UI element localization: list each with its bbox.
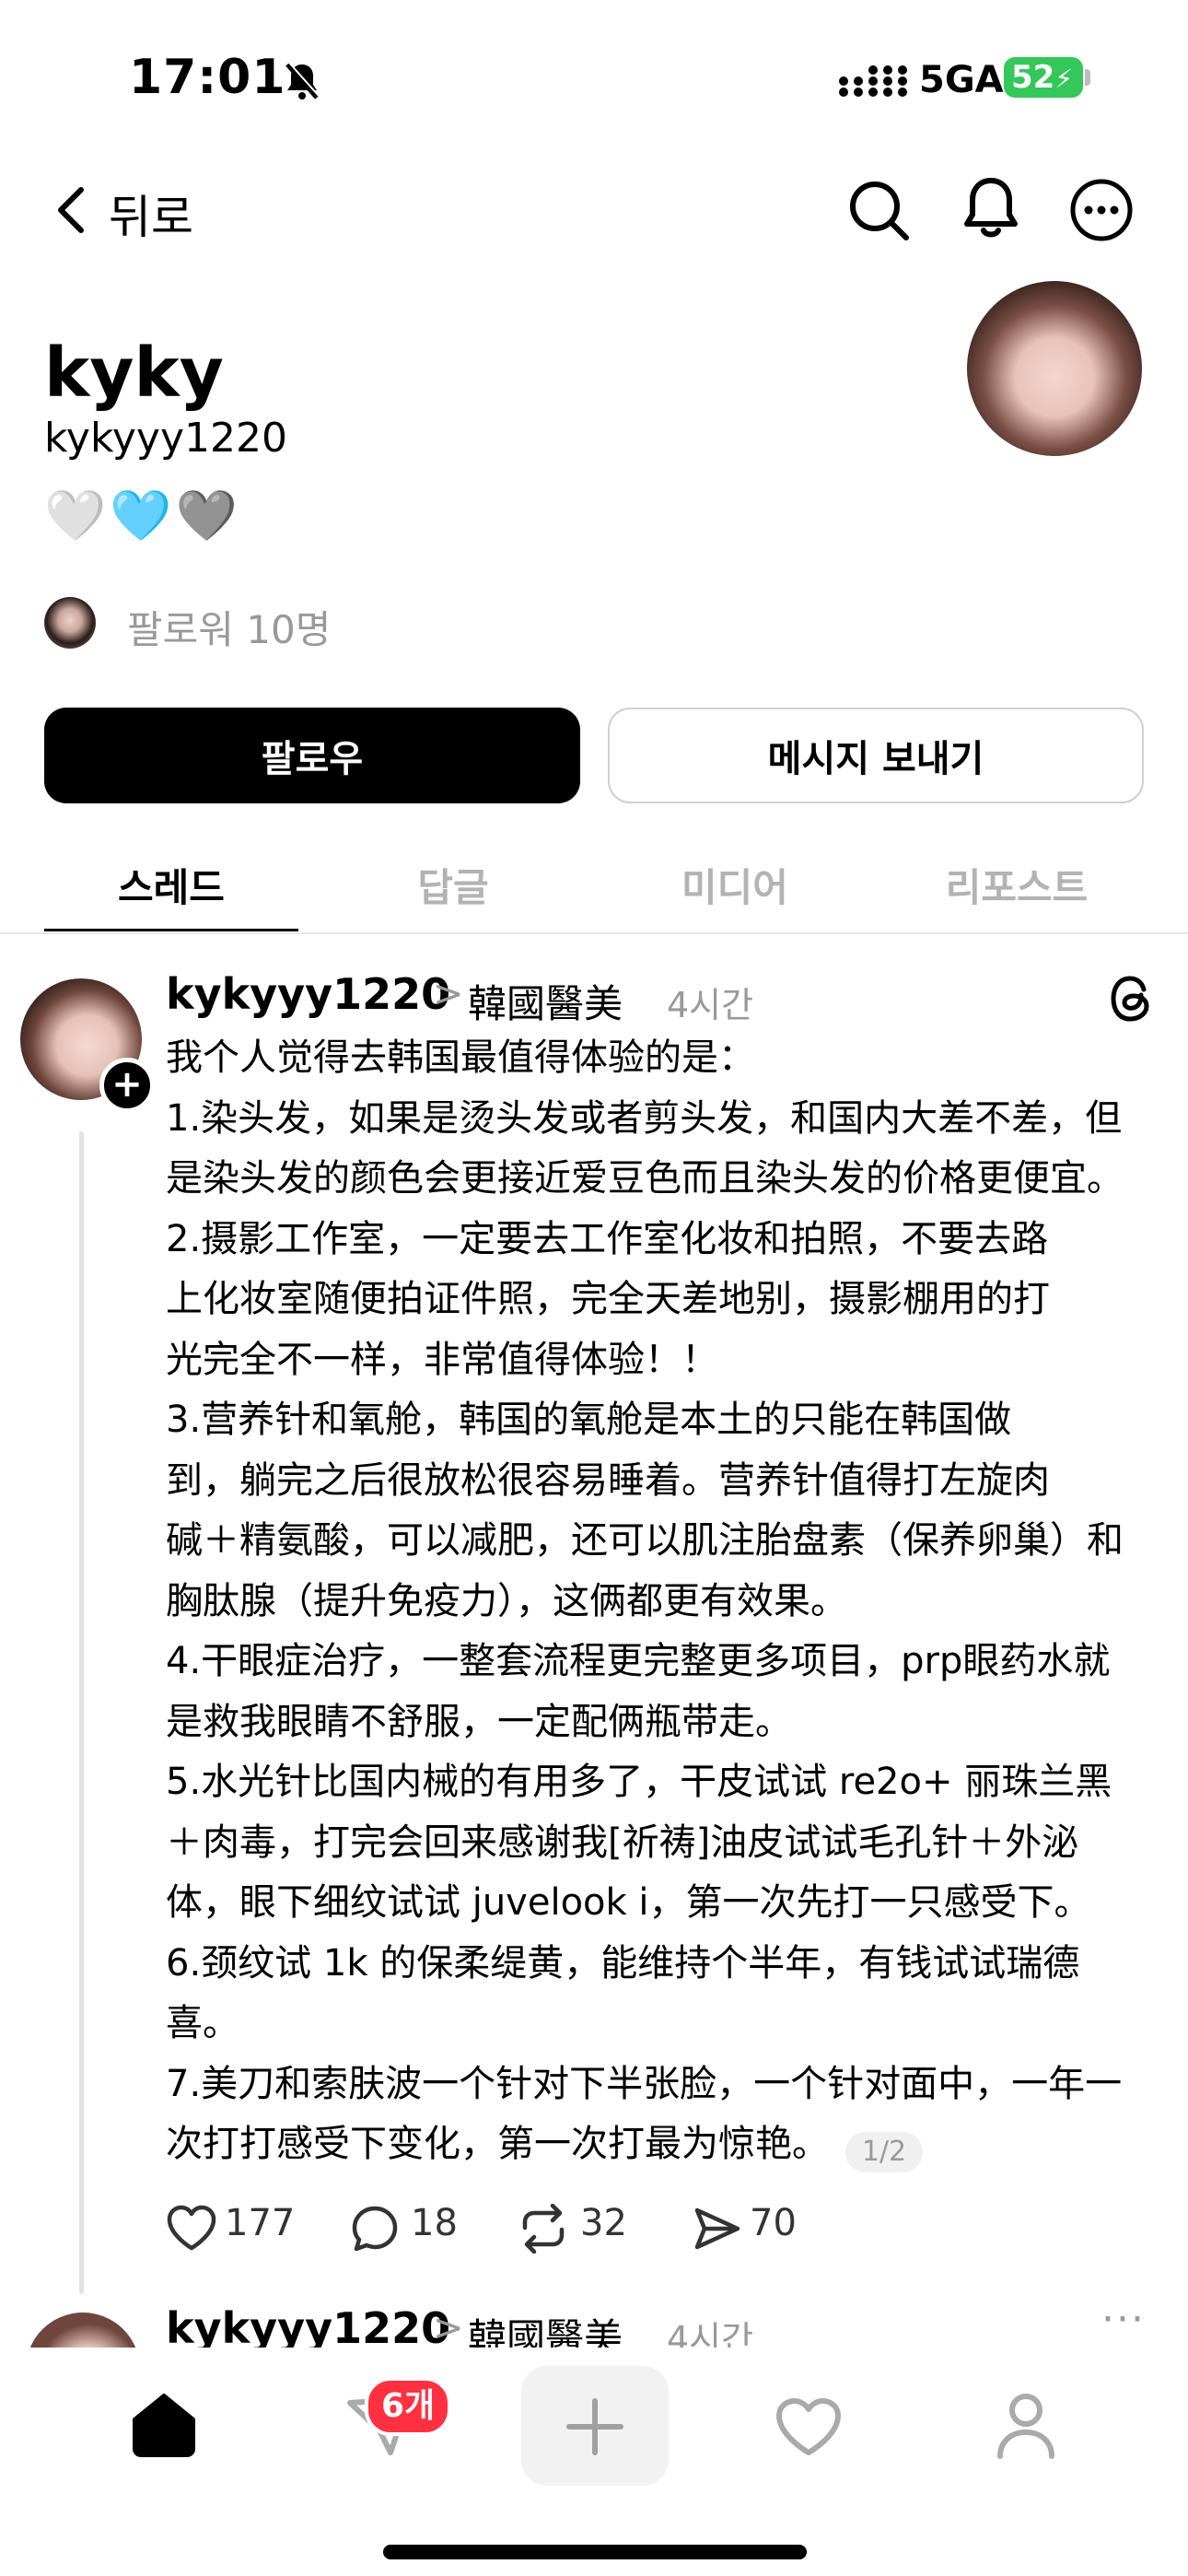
back-button[interactable]: 뒤로 — [109, 181, 193, 247]
post-username[interactable]: kykyyy1220 — [166, 969, 450, 1019]
post-body-line: 到，躺完之后很放松很容易睡着。营养针值得打左旋肉 — [166, 1458, 1050, 1502]
thread-line — [79, 1131, 84, 2294]
post-body-line: 光完全不一样，非常值得体验！！ — [166, 1338, 718, 1381]
tab-threads[interactable]: 스레드 — [33, 857, 309, 913]
reply-count[interactable]: 18 — [411, 2202, 458, 2244]
tab-reposts[interactable]: 리포스트 — [879, 857, 1155, 913]
post-body-line: 胸肽腺（提升免疫力），这俩都更有效果。 — [166, 1579, 847, 1622]
post-body-line: 是救我眼睛不舒服，一定配俩瓶带走。 — [166, 1700, 792, 1743]
post-body-line: 5.水光针比国内械的有用多了，干皮试试 re2o+ 丽珠兰黑 — [166, 1761, 1112, 1803]
heart-icon[interactable] — [166, 2204, 217, 2252]
chevron-left-icon[interactable] — [52, 184, 88, 236]
profile-bio: 🤍🩵🩶 — [44, 486, 241, 544]
post-body-line: 喜。 — [166, 2002, 239, 2044]
tab-divider — [0, 932, 1188, 934]
post-body-line: 是染头发的颜色会更接近爱豆色而且染头发的价格更便宜。 — [166, 1157, 1124, 1200]
follow-button[interactable]: 팔로우 — [44, 708, 580, 803]
battery-indicator: 52⚡ — [1004, 57, 1083, 98]
post-body-line: 体，眼下细纹试试 juvelook i，第一次先打一只感受下。 — [166, 1881, 1091, 1924]
post-body-line: 碱＋精氨酸，可以减肥，还可以肌注胎盘素（保养卵巢）和 — [166, 1519, 1124, 1562]
post-body-line: 6.颈纹试 1k 的保柔缇黄，能维持个半年，有钱试试瑞德 — [166, 1941, 1080, 1985]
tab-replies[interactable]: 답글 — [315, 857, 591, 913]
post-topic[interactable]: 韓國醫美 — [468, 973, 623, 1029]
post2-more-icon[interactable]: ··· — [1101, 2296, 1146, 2343]
post-body-line: 1.染头发，如果是烫头发或者剪头发，和国内大差不差，但 — [166, 1096, 1123, 1140]
comment-icon[interactable] — [350, 2204, 400, 2254]
tab-media[interactable]: 미디어 — [597, 857, 873, 913]
plus-icon — [566, 2398, 623, 2455]
follow-plus-icon[interactable]: + — [99, 1058, 155, 1113]
profile-avatar[interactable] — [967, 281, 1142, 456]
share-icon[interactable] — [693, 2206, 742, 2252]
bell-icon[interactable] — [960, 175, 1022, 243]
repost-count[interactable]: 32 — [580, 2202, 627, 2244]
post-body-line: 4.干眼症治疗，一整套流程更完整更多项目，prp眼药水就 — [166, 1640, 1111, 1682]
home-icon[interactable] — [129, 2390, 199, 2460]
profile-name: kyky — [44, 334, 224, 413]
profile-handle: kykyyy1220 — [44, 415, 287, 462]
post-body-line: 2.摄影工作室，一定要去工作室化妆和拍照，不要去路 — [166, 1217, 1049, 1260]
status-time: 17:01 — [129, 50, 286, 105]
post-body-line: 7.美刀和索肤波一个针对下半张脸，一个针对面中，一年一 — [166, 2062, 1123, 2105]
post2-username[interactable]: kykyyy1220 — [166, 2303, 450, 2353]
post-body-line: 次打打感受下变化，第一次打最为惊艳。 — [166, 2123, 829, 2165]
search-icon[interactable] — [845, 177, 912, 243]
like-count[interactable]: 177 — [225, 2202, 295, 2244]
profile-icon[interactable] — [993, 2390, 1059, 2460]
chevron-right-icon: > — [433, 973, 464, 1015]
activity-heart-icon[interactable] — [774, 2395, 844, 2458]
message-button[interactable]: 메시지 보내기 — [608, 708, 1144, 803]
share-count[interactable]: 70 — [750, 2202, 797, 2244]
post-body-line: 3.营养针和氧舱，韩国的氧舱是本土的只能在韩国做 — [166, 1399, 1012, 1441]
signal-icon — [839, 65, 907, 97]
followers-count[interactable]: 팔로워 10명 — [127, 599, 331, 655]
post-body-line: ＋肉毒，打完会回来感谢我[祈祷]油皮试试毛孔针＋外泌 — [166, 1821, 1079, 1864]
threads-logo-icon[interactable] — [1109, 973, 1155, 1025]
follower-avatar[interactable] — [44, 597, 96, 649]
network-type: 5GA — [919, 59, 1004, 101]
image-pager: 1/2 — [845, 2132, 923, 2172]
post-body-line: 上化妆室随便拍证件照，完全天差地别，摄影棚用的打 — [166, 1278, 1050, 1320]
more-options-icon[interactable] — [1068, 177, 1135, 243]
notification-badge: 6개 — [365, 2377, 452, 2436]
home-indicator — [383, 2545, 807, 2559]
charging-icon: ⚡ — [1054, 64, 1073, 94]
chevron-right-icon: > — [433, 2307, 464, 2349]
post-body: 我个人觉得去韩国最值得体验的是： 1.染头发，如果是烫头发或者剪头发，和国内大差不… — [166, 1028, 1160, 2175]
post-time: 4시간 — [667, 985, 754, 1025]
battery-level: 52 — [1011, 59, 1055, 96]
post-body-line: 我个人觉得去韩国最值得体验的是： — [166, 1036, 755, 1079]
mute-bell-icon — [285, 62, 320, 100]
battery-tip — [1085, 69, 1090, 86]
repost-icon[interactable] — [516, 2204, 571, 2254]
active-tab-indicator — [44, 929, 298, 931]
